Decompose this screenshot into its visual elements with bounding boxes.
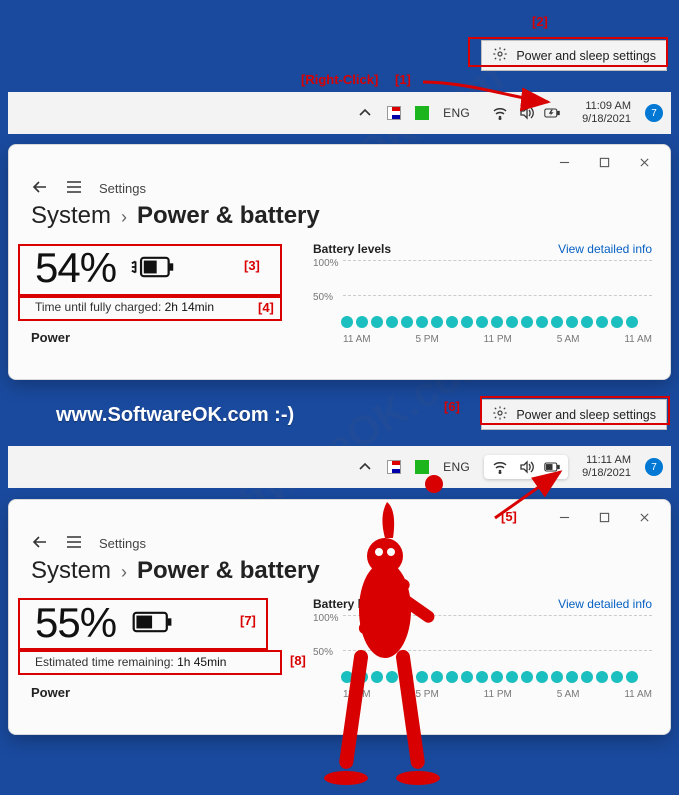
- power-sleep-flyout[interactable]: Power and sleep settings: [481, 40, 667, 71]
- settings-label: Settings: [99, 536, 146, 551]
- brand-text: www.SoftwareOK.com :-): [56, 404, 294, 427]
- charge-time-label: Time until fully charged: 2h 14min: [27, 294, 307, 320]
- wifi-icon[interactable]: [492, 105, 508, 121]
- minimize-button[interactable]: [544, 149, 584, 175]
- back-button[interactable]: [31, 179, 49, 198]
- section-power-header: Power: [27, 675, 307, 702]
- x-ticks: 11 AM5 PM11 PM5 AM11 AM: [343, 689, 652, 700]
- settings-window: Settings System › Power & battery 54% Ti…: [8, 144, 671, 380]
- axis-label: 50%: [313, 292, 333, 303]
- tray-time: 11:11 AM: [582, 454, 631, 467]
- annotation-label: [6]: [444, 399, 460, 414]
- settings-label: Settings: [99, 181, 146, 196]
- tray-app-icon[interactable]: [387, 106, 401, 120]
- maximize-button[interactable]: [584, 149, 624, 175]
- battery-icon[interactable]: [544, 459, 560, 475]
- close-button[interactable]: [624, 504, 664, 530]
- page-title: Power & battery: [137, 557, 320, 585]
- battery-icon: [130, 609, 176, 638]
- wifi-icon[interactable]: [492, 459, 508, 475]
- section-power-header: Power: [27, 320, 307, 347]
- annotation-label: [Right-Click]: [301, 72, 378, 87]
- battery-charging-icon: [130, 254, 176, 283]
- time-remaining-label: Estimated time remaining: 1h 45min: [27, 649, 307, 675]
- volume-icon[interactable]: [518, 105, 534, 121]
- chevron-up-icon[interactable]: [357, 105, 373, 121]
- axis-label: 50%: [313, 647, 333, 658]
- axis-label: 100%: [313, 613, 339, 624]
- maximize-button[interactable]: [584, 504, 624, 530]
- x-ticks: 11 AM5 PM11 PM5 AM11 AM: [343, 334, 652, 345]
- flyout-label: Power and sleep settings: [516, 408, 656, 422]
- chevron-up-icon[interactable]: [357, 459, 373, 475]
- breadcrumb: System › Power & battery: [9, 557, 670, 595]
- language-indicator[interactable]: ENG: [443, 106, 470, 120]
- minimize-button[interactable]: [544, 504, 584, 530]
- notification-badge[interactable]: 7: [645, 104, 663, 122]
- tray-app-icon[interactable]: [415, 106, 429, 120]
- settings-window: Settings System › Power & battery 55% Es…: [8, 499, 671, 735]
- tray-app-icon[interactable]: [415, 460, 429, 474]
- tray-clock[interactable]: 11:09 AM 9/18/2021: [582, 100, 631, 125]
- power-sleep-flyout[interactable]: Power and sleep settings: [481, 399, 667, 430]
- tray-clock[interactable]: 11:11 AM 9/18/2021: [582, 454, 631, 479]
- crumb-system[interactable]: System: [31, 557, 111, 585]
- chevron-right-icon: ›: [121, 207, 127, 228]
- tray-time: 11:09 AM: [582, 100, 631, 113]
- crumb-system[interactable]: System: [31, 202, 111, 230]
- battery-percent: 54%: [35, 244, 116, 292]
- breadcrumb: System › Power & battery: [9, 202, 670, 240]
- battery-charging-icon[interactable]: [544, 105, 560, 121]
- titlebar: [9, 145, 670, 179]
- tray-date: 9/18/2021: [582, 467, 631, 480]
- view-detailed-link[interactable]: View detailed info: [558, 597, 652, 611]
- language-indicator[interactable]: ENG: [443, 460, 470, 474]
- taskbar: ENG 11:09 AM 9/18/2021 7: [8, 92, 671, 134]
- view-detailed-link[interactable]: View detailed info: [558, 242, 652, 256]
- battery-chart: [343, 615, 652, 685]
- page-title: Power & battery: [137, 202, 320, 230]
- taskbar: ENG 11:11 AM 9/18/2021 7: [8, 446, 671, 488]
- notification-badge[interactable]: 7: [645, 458, 663, 476]
- battery-levels-label: Battery levels: [313, 242, 391, 256]
- gear-icon: [492, 405, 508, 424]
- battery-chart: [343, 260, 652, 330]
- tray-date: 9/18/2021: [582, 113, 631, 126]
- battery-levels-label: Battery levels: [313, 597, 391, 611]
- volume-icon[interactable]: [518, 459, 534, 475]
- back-button[interactable]: [31, 534, 49, 553]
- chevron-right-icon: ›: [121, 562, 127, 583]
- tray-app-icon[interactable]: [387, 460, 401, 474]
- flyout-label: Power and sleep settings: [516, 49, 656, 63]
- close-button[interactable]: [624, 149, 664, 175]
- battery-percent: 55%: [35, 599, 116, 647]
- gear-icon: [492, 46, 508, 65]
- annotation-label: [2]: [532, 14, 548, 29]
- titlebar: [9, 500, 670, 534]
- axis-label: 100%: [313, 258, 339, 269]
- annotation-label: [1]: [395, 72, 411, 87]
- menu-icon[interactable]: [65, 179, 83, 198]
- menu-icon[interactable]: [65, 534, 83, 553]
